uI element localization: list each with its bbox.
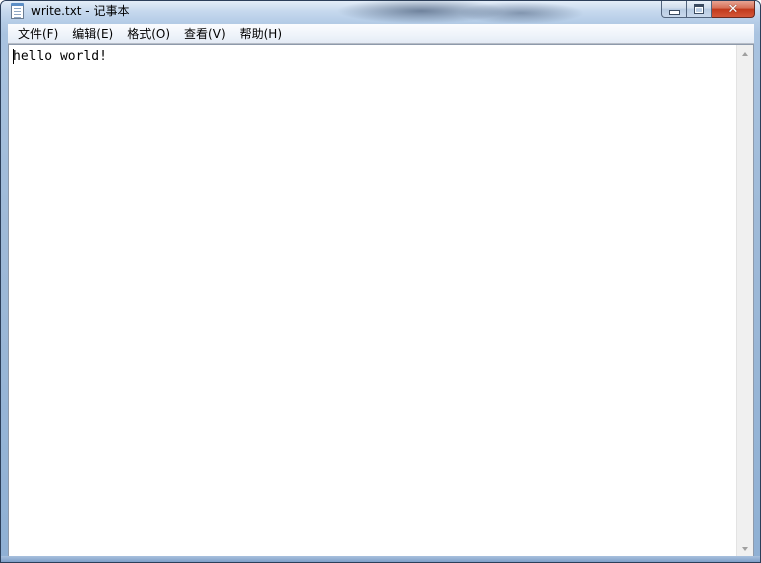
text-caret — [13, 49, 14, 64]
close-icon: ✕ — [727, 1, 739, 17]
close-button[interactable]: ✕ — [712, 1, 755, 18]
menu-format[interactable]: 格式(O) — [120, 25, 177, 43]
scroll-up-button[interactable] — [737, 45, 753, 62]
scroll-up-arrow-icon — [742, 51, 748, 56]
menu-edit[interactable]: 编辑(E) — [65, 25, 120, 43]
editor-content[interactable]: hello world! — [13, 48, 735, 555]
menu-bar: 文件(F) 编辑(E) 格式(O) 查看(V) 帮助(H) — [8, 24, 754, 44]
window-title: write.txt - 记事本 — [31, 4, 130, 18]
caption-buttons: ✕ — [661, 1, 755, 18]
minimize-button[interactable] — [661, 1, 687, 18]
scroll-down-button[interactable] — [737, 540, 753, 557]
menu-view[interactable]: 查看(V) — [177, 25, 233, 43]
window-frame-bottom — [1, 556, 760, 562]
text-editor[interactable]: hello world! — [8, 44, 754, 558]
scroll-down-arrow-icon — [742, 546, 748, 551]
menu-help[interactable]: 帮助(H) — [233, 25, 289, 43]
notepad-window: write.txt - 记事本 ✕ 文件(F) 编辑(E) 格式(O) 查看(V… — [0, 0, 761, 563]
vertical-scrollbar[interactable] — [736, 45, 753, 557]
minimize-icon — [668, 9, 680, 15]
title-bar[interactable]: write.txt - 记事本 ✕ — [1, 1, 760, 23]
maximize-button[interactable] — [687, 1, 712, 18]
menu-file[interactable]: 文件(F) — [11, 25, 65, 43]
maximize-icon — [694, 4, 704, 14]
notepad-icon[interactable] — [11, 3, 24, 19]
